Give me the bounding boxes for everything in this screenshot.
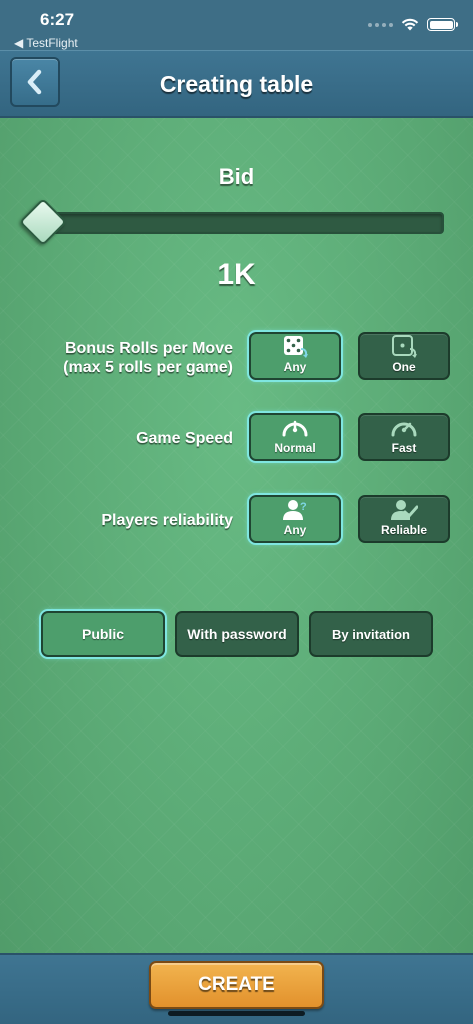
page-title: Creating table [159, 71, 314, 97]
bid-label: Bid [218, 164, 255, 189]
bonus-rolls-label: Bonus Rolls per Move (max 5 rolls per ga… [63, 339, 233, 377]
reliability-reliable-button[interactable]: Reliable [358, 495, 450, 543]
reliability-any-button[interactable]: ? Any [249, 495, 341, 543]
visibility-public-button[interactable]: Public [41, 611, 165, 657]
home-indicator[interactable] [168, 1011, 305, 1016]
bonus-rolls-any-label: Any [283, 360, 307, 374]
bid-value: 1K [217, 258, 256, 291]
nav-header: Creating table [0, 50, 473, 118]
game-speed-fast-label: Fast [391, 441, 417, 455]
back-to-app-link[interactable]: ◀ TestFlight [14, 36, 78, 50]
reliability-reliable-label: Reliable [380, 523, 428, 537]
create-button[interactable]: CREATE [149, 961, 324, 1009]
dice-five-icon [284, 336, 308, 358]
status-icons [368, 18, 458, 31]
visibility-invitation-button[interactable]: By invitation [309, 611, 433, 657]
battery-icon [427, 18, 458, 31]
reliability-any-label: Any [283, 523, 307, 537]
bid-slider-track[interactable] [30, 212, 444, 234]
game-speed-normal-label: Normal [274, 441, 316, 455]
speedometer-fast-icon [391, 422, 417, 437]
game-speed-normal-button[interactable]: Normal [249, 413, 341, 461]
user-question-icon: ? [283, 500, 307, 520]
game-speed-label: Game Speed [136, 430, 233, 447]
bonus-rolls-label-line1: Bonus Rolls per Move [64, 340, 233, 357]
svg-text:?: ? [300, 501, 307, 513]
bonus-rolls-label-line2: (max 5 rolls per game) [63, 359, 233, 376]
bonus-rolls-one-label: One [392, 360, 416, 374]
status-time: 6:27 [40, 10, 75, 29]
signal-icon [368, 22, 393, 27]
bonus-rolls-any-button[interactable]: Any [249, 332, 341, 380]
back-button[interactable] [10, 57, 60, 107]
chevron-left-icon [27, 69, 42, 95]
speedometer-normal-icon [282, 420, 308, 437]
status-bar: 6:27 ◀ TestFlight [0, 0, 473, 50]
dice-one-icon [392, 335, 417, 358]
user-check-icon [391, 500, 418, 520]
visibility-password-button[interactable]: With password [175, 611, 299, 657]
reliability-label: Players reliability [101, 512, 233, 529]
wifi-icon [401, 18, 419, 31]
bonus-rolls-one-button[interactable]: One [358, 332, 450, 380]
game-speed-fast-button[interactable]: Fast [358, 413, 450, 461]
